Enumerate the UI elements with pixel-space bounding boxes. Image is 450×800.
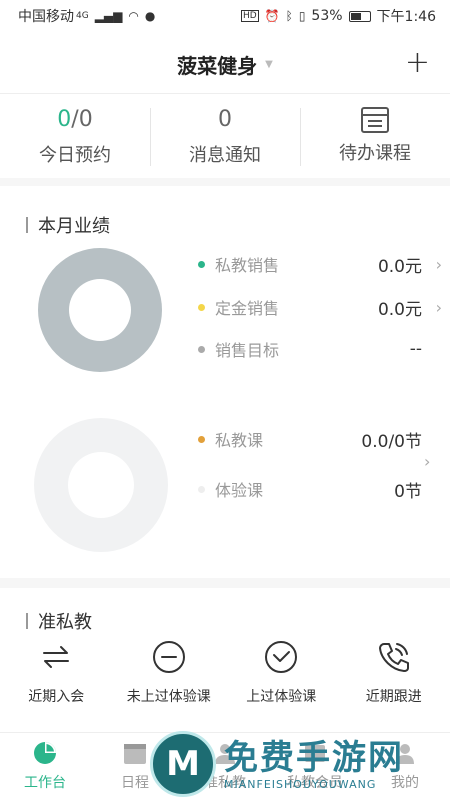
today-appointments-count: 0 (57, 107, 72, 132)
tab-label: 工作台 (24, 775, 66, 791)
network-label: 4G (76, 11, 89, 21)
tab-schedule[interactable]: 日程 (90, 733, 180, 800)
calendar-list-icon (361, 107, 389, 133)
hd-icon: HD (240, 10, 259, 22)
users-icon (215, 744, 235, 764)
section-divider (0, 578, 450, 588)
quick-action-label: 上过体验课 (246, 689, 317, 705)
sales-row-deposit[interactable]: 定金销售 0.0元 › (198, 292, 442, 322)
lesson-row-value: 0节 (394, 481, 422, 502)
sales-row-value: 0.0元 (377, 256, 422, 277)
minus-circle-icon (152, 641, 185, 673)
tab-label: 我的 (391, 775, 419, 791)
lesson-row-value: 0.0/0节 (361, 431, 422, 452)
tab-members[interactable]: 私教会员 (270, 733, 360, 800)
person-icon (396, 744, 414, 764)
chat-icon: ● (144, 9, 156, 23)
plus-icon[interactable]: + (405, 48, 430, 78)
status-bar: 中国移动 4G ▂▄▆ ◠ ● HD ⏰ ᛒ ▯ 53% 下午1:46 (0, 0, 450, 32)
tab-label: 准私教 (204, 775, 246, 791)
lesson-row-label: 体验课 (215, 481, 264, 500)
quick-recent-followup[interactable]: 近期跟进 (338, 640, 450, 720)
battery-percent: 53% (311, 8, 343, 24)
legend-dot (198, 303, 205, 311)
quick-no-trial[interactable]: 未上过体验课 (113, 640, 226, 720)
tab-mine[interactable]: 我的 (360, 733, 450, 800)
performance-section-title: 本月业绩 (26, 212, 110, 238)
prospects-quick-actions: 近期入会 未上过体验课 上过体验课 近期跟进 (0, 640, 450, 720)
sales-donut-chart (38, 248, 162, 372)
sales-row-label: 定金销售 (215, 299, 280, 318)
lesson-row-label: 私教课 (215, 431, 264, 450)
app-header: 菠菜健身 ▼ + (0, 36, 450, 94)
today-appointments[interactable]: 0/0 今日预约 (0, 94, 150, 178)
chevron-down-icon: ▼ (265, 59, 273, 70)
check-circle-icon (265, 641, 298, 673)
clock: 下午1:46 (376, 9, 436, 25)
alarm-icon: ⏰ (264, 9, 280, 23)
bluetooth-icon: ᛒ (285, 9, 293, 23)
bottom-tab-bar: 工作台 日程 准私教 私教会员 我的 (0, 732, 450, 800)
legend-dot (198, 345, 205, 353)
today-appointments-total: /0 (71, 107, 93, 132)
lessons-donut-chart (34, 418, 168, 552)
chevron-right-icon[interactable]: › (424, 452, 430, 471)
message-notifications-label: 消息通知 (189, 145, 261, 166)
quick-action-label: 未上过体验课 (126, 689, 211, 705)
lesson-row-private[interactable]: 私教课 0.0/0节 (198, 424, 442, 454)
prospects-section-title: 准私教 (26, 608, 92, 634)
performance-title-text: 本月业绩 (38, 216, 110, 237)
tab-workbench[interactable]: 工作台 (0, 733, 90, 800)
quick-action-label: 近期跟进 (365, 689, 422, 705)
pending-courses-label: 待办课程 (339, 143, 411, 164)
legend-dot (198, 435, 205, 443)
sales-row-private[interactable]: 私教销售 0.0元 › (198, 249, 442, 279)
chevron-right-icon: › (435, 297, 442, 317)
message-notifications[interactable]: 0 消息通知 (150, 94, 300, 178)
summary-stats: 0/0 今日预约 0 消息通知 待办课程 (0, 94, 450, 186)
legend-dot (198, 485, 205, 493)
page-title: 菠菜健身 (177, 54, 258, 78)
battery-icon (348, 10, 371, 22)
sales-row-value: -- (409, 339, 422, 359)
sales-row-target: 销售目标 -- (198, 334, 442, 364)
tab-label: 日程 (121, 775, 149, 791)
sales-row-label: 私教销售 (215, 256, 280, 275)
phone-icon (378, 643, 409, 672)
lesson-row-trial[interactable]: 体验课 0节 (198, 474, 442, 504)
legend-dot (198, 260, 205, 268)
prospects-title-text: 准私教 (38, 612, 92, 633)
today-appointments-label: 今日预约 (39, 145, 111, 166)
quick-had-trial[interactable]: 上过体验课 (225, 640, 338, 720)
carrier-label: 中国移动 (18, 9, 74, 25)
gym-selector[interactable]: 菠菜健身 ▼ (177, 50, 273, 79)
quick-recent-join[interactable]: 近期入会 (0, 640, 113, 720)
signal-icon: ▂▄▆ (94, 9, 123, 23)
vibrate-icon: ▯ (298, 9, 306, 23)
sales-row-value: 0.0元 (377, 299, 422, 320)
chevron-right-icon: › (435, 254, 442, 274)
message-count: 0 (218, 107, 232, 132)
tab-label: 私教会员 (287, 775, 343, 791)
tab-prospects[interactable]: 准私教 (180, 733, 270, 800)
member-icon (305, 745, 325, 762)
wifi-icon: ◠ (128, 9, 139, 23)
calendar-icon (124, 744, 146, 764)
quick-action-label: 近期入会 (28, 689, 85, 705)
sales-row-label: 销售目标 (215, 341, 280, 360)
pie-chart-icon (34, 742, 56, 764)
today-appointments-value: 0/0 (57, 105, 92, 135)
pending-courses[interactable]: 待办课程 (300, 94, 450, 178)
swap-arrows-icon (43, 646, 70, 668)
